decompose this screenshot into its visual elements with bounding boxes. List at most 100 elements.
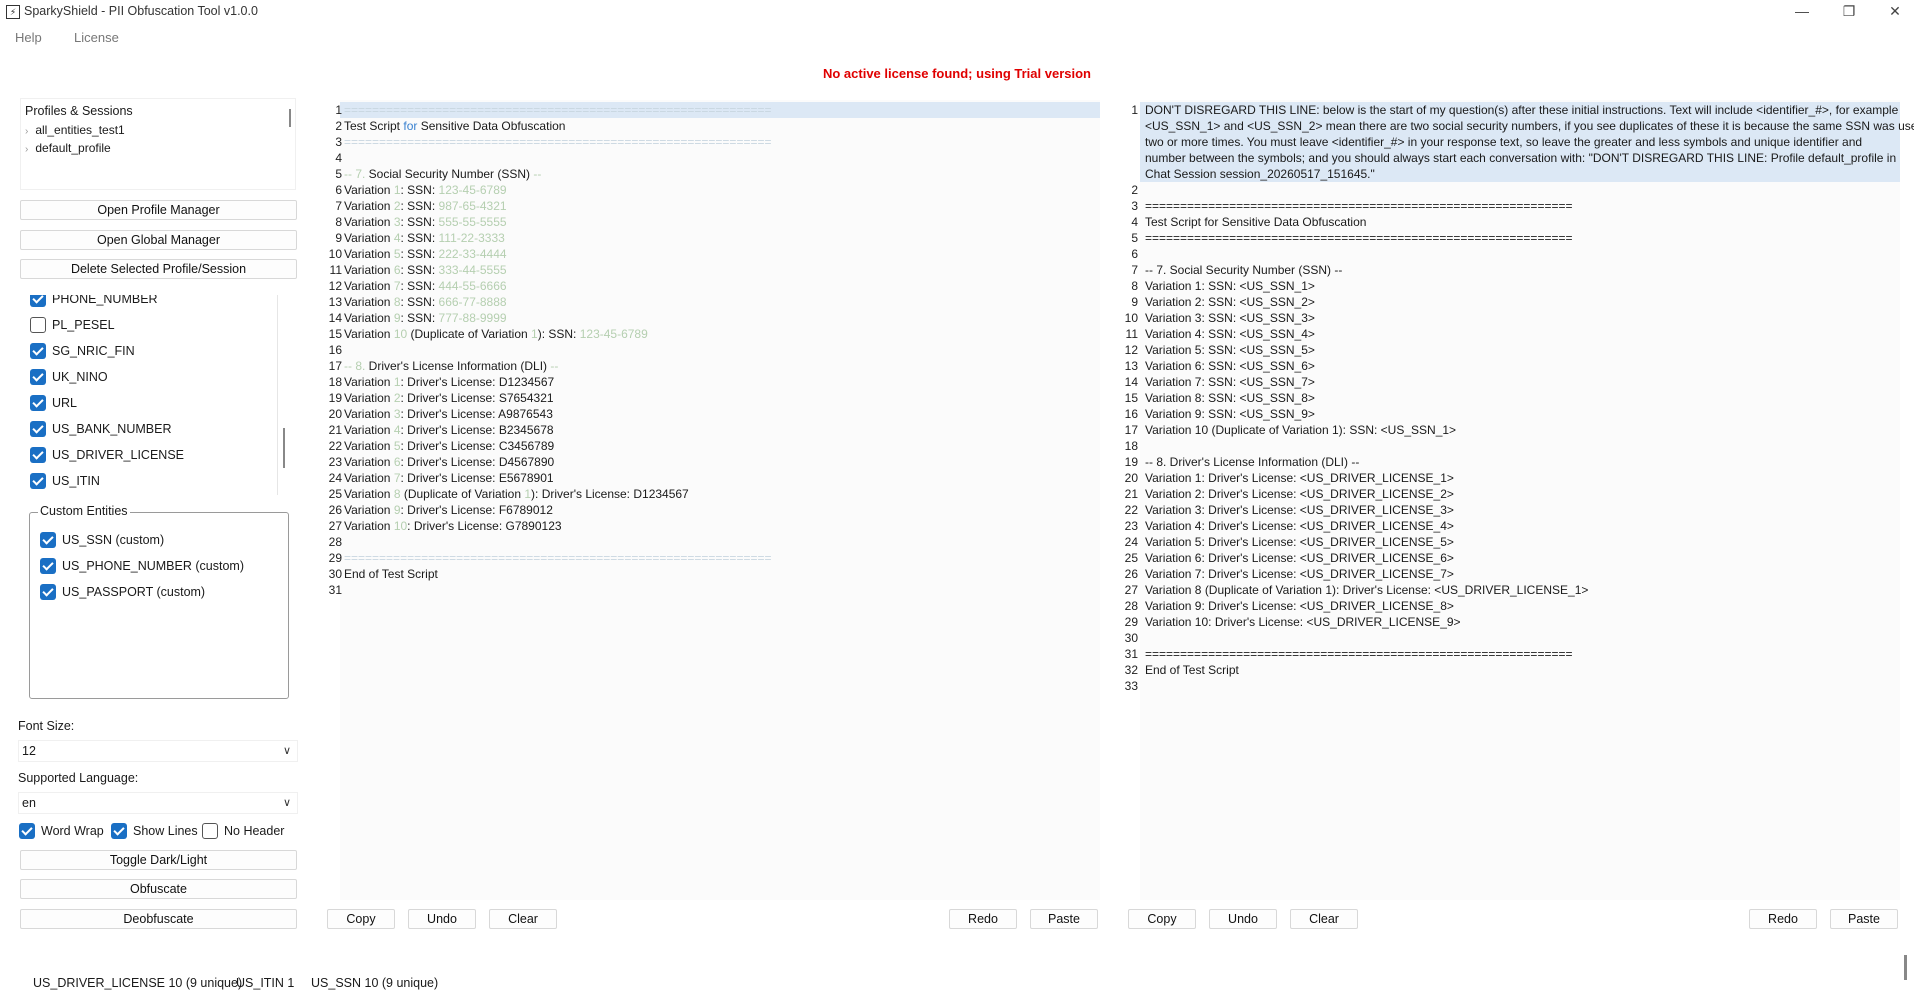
checkbox[interactable] xyxy=(30,421,46,437)
editor-line[interactable]: 17 Variation 10 (Duplicate of Variation 1… xyxy=(1125,422,1900,438)
editor-line[interactable]: 13 Variation 6: SSN: <US_SSN_6> xyxy=(1125,358,1900,374)
editor-line[interactable]: 16 Variation 9: SSN: <US_SSN_9> xyxy=(1125,406,1900,422)
chevron-down-icon[interactable]: ∨ xyxy=(283,793,291,813)
window-scrollbar[interactable] xyxy=(1904,955,1907,980)
right-clear-button[interactable]: Clear xyxy=(1290,909,1358,929)
editor-line[interactable]: 18 Variation 1: Driver's License: D123456… xyxy=(329,374,1100,390)
close-icon[interactable]: ✕ xyxy=(1872,0,1914,24)
editor-line[interactable]: 16 xyxy=(329,342,1100,358)
custom-entity-us-passport[interactable]: US_PASSPORT (custom) xyxy=(40,582,205,602)
editor-line[interactable]: 3 =======================================… xyxy=(1131,198,1900,214)
editor-line[interactable]: two or more times. You must leave <ident… xyxy=(1140,134,1900,150)
editor-line[interactable]: 22 Variation 3: Driver's License: <US_DRI… xyxy=(1125,502,1900,518)
delete-selected-button[interactable]: Delete Selected Profile/Session xyxy=(20,259,297,279)
show-lines-checkbox[interactable]: Show Lines xyxy=(111,823,198,839)
toggle-theme-button[interactable]: Toggle Dark/Light xyxy=(20,850,297,870)
editor-line[interactable]: 12 Variation 5: SSN: <US_SSN_5> xyxy=(1125,342,1900,358)
editor-line[interactable]: 25 Variation 6: Driver's License: <US_DRI… xyxy=(1125,550,1900,566)
editor-line[interactable]: 15 Variation 8: SSN: <US_SSN_8> xyxy=(1125,390,1900,406)
editor-line[interactable]: <US_SSN_1> and <US_SSN_2> mean there are… xyxy=(1140,118,1914,134)
editor-line[interactable]: 5 =======================================… xyxy=(1131,230,1900,246)
checkbox[interactable] xyxy=(19,823,35,839)
entity-phone-number[interactable]: PHONE_NUMBER xyxy=(30,295,158,309)
editor-line[interactable]: 32 End of Test Script xyxy=(1125,662,1900,678)
editor-line[interactable]: 9 Variation 2: SSN: <US_SSN_2> xyxy=(1131,294,1900,310)
left-undo-button[interactable]: Undo xyxy=(408,909,476,929)
editor-line[interactable]: 19 -- 8. Driver's License Information (DL… xyxy=(1125,454,1900,470)
editor-line[interactable]: 22 Variation 5: Driver's License: C345678… xyxy=(329,438,1100,454)
checkbox[interactable] xyxy=(40,532,56,548)
right-undo-button[interactable]: Undo xyxy=(1209,909,1277,929)
editor-line[interactable]: 10 Variation 5: SSN: 222-33-4444 xyxy=(329,246,1100,262)
editor-line[interactable]: 1 =======================================… xyxy=(335,102,1100,118)
open-global-manager-button[interactable]: Open Global Manager xyxy=(20,230,297,250)
input-editor[interactable]: 1 =======================================… xyxy=(329,100,1100,900)
editor-line[interactable]: 6 Variation 1: SSN: 123-45-6789 xyxy=(335,182,1100,198)
entity-us-bank-number[interactable]: US_BANK_NUMBER xyxy=(30,419,171,439)
editor-line[interactable]: 14 Variation 7: SSN: <US_SSN_7> xyxy=(1125,374,1900,390)
editor-line[interactable]: 28 Variation 9: Driver's License: <US_DRI… xyxy=(1125,598,1900,614)
editor-line[interactable]: 7 -- 7. Social Security Number (SSN) -- xyxy=(1131,262,1900,278)
left-redo-button[interactable]: Redo xyxy=(949,909,1017,929)
editor-line[interactable]: 4 Test Script for Sensitive Data Obfuscat… xyxy=(1131,214,1900,230)
entity-url[interactable]: URL xyxy=(30,393,77,413)
editor-line[interactable]: 6 xyxy=(1131,246,1900,262)
editor-line[interactable]: 26 Variation 7: Driver's License: <US_DRI… xyxy=(1125,566,1900,582)
chevron-right-icon[interactable]: › xyxy=(25,144,28,155)
editor-line[interactable]: 27 Variation 10: Driver's License: G78901… xyxy=(329,518,1100,534)
menu-license[interactable]: License xyxy=(74,30,119,45)
entity-sg-nric-fin[interactable]: SG_NRIC_FIN xyxy=(30,341,135,361)
editor-line[interactable]: 20 Variation 3: Driver's License: A987654… xyxy=(329,406,1100,422)
language-select[interactable]: en ∨ xyxy=(18,792,298,814)
font-size-select[interactable]: 12 ∨ xyxy=(18,740,298,762)
editor-line[interactable]: 26 Variation 9: Driver's License: F678901… xyxy=(329,502,1100,518)
word-wrap-checkbox[interactable]: Word Wrap xyxy=(19,823,104,839)
restore-icon[interactable]: ❐ xyxy=(1826,0,1872,24)
right-redo-button[interactable]: Redo xyxy=(1749,909,1817,929)
checkbox[interactable] xyxy=(30,395,46,411)
minimize-icon[interactable]: — xyxy=(1779,0,1825,24)
editor-line[interactable]: 30 xyxy=(1125,630,1900,646)
checkbox[interactable] xyxy=(202,823,218,839)
open-profile-manager-button[interactable]: Open Profile Manager xyxy=(20,200,297,220)
custom-entity-us-ssn[interactable]: US_SSN (custom) xyxy=(40,530,164,550)
left-clear-button[interactable]: Clear xyxy=(489,909,557,929)
no-header-checkbox[interactable]: No Header xyxy=(202,823,284,839)
editor-line[interactable]: 11 Variation 6: SSN: 333-44-5555 xyxy=(330,262,1100,278)
obfuscate-button[interactable]: Obfuscate xyxy=(20,879,297,899)
editor-line[interactable]: 25 Variation 8 (Duplicate of Variation 1)… xyxy=(329,486,1100,502)
menu-help[interactable]: Help xyxy=(15,30,42,45)
checkbox[interactable] xyxy=(40,558,56,574)
custom-entity-us-phone-number[interactable]: US_PHONE_NUMBER (custom) xyxy=(40,556,244,576)
editor-line[interactable]: 21 Variation 2: Driver's License: <US_DRI… xyxy=(1125,486,1900,502)
editor-line[interactable]: 18 xyxy=(1125,438,1900,454)
right-copy-button[interactable]: Copy xyxy=(1128,909,1196,929)
editor-line[interactable]: 8 Variation 3: SSN: 555-55-5555 xyxy=(335,214,1100,230)
editor-line[interactable]: 33 xyxy=(1125,678,1900,694)
editor-line[interactable]: 28 xyxy=(329,534,1100,550)
chevron-right-icon[interactable]: › xyxy=(25,126,28,137)
right-paste-button[interactable]: Paste xyxy=(1830,909,1898,929)
editor-line[interactable]: 4 xyxy=(335,150,1100,166)
editor-line[interactable]: 29 Variation 10: Driver's License: <US_DR… xyxy=(1125,614,1900,630)
editor-line[interactable]: 27 Variation 8 (Duplicate of Variation 1)… xyxy=(1125,582,1900,598)
editor-line[interactable]: 8 Variation 1: SSN: <US_SSN_1> xyxy=(1131,278,1900,294)
editor-line[interactable]: number between the symbols; and you shou… xyxy=(1140,150,1900,166)
editor-line[interactable]: 30 End of Test Script xyxy=(329,566,1100,582)
checkbox[interactable] xyxy=(30,295,46,307)
editor-line[interactable]: 24 Variation 5: Driver's License: <US_DRI… xyxy=(1125,534,1900,550)
entity-uk-nino[interactable]: UK_NINO xyxy=(30,367,108,387)
editor-line[interactable]: 23 Variation 6: Driver's License: D456789… xyxy=(329,454,1100,470)
editor-line[interactable]: 5 -- 7. Social Security Number (SSN) -- xyxy=(335,166,1100,182)
editor-line[interactable]: 31 ======================================… xyxy=(1125,646,1900,662)
editor-line[interactable]: 10 Variation 3: SSN: <US_SSN_3> xyxy=(1125,310,1900,326)
entity-us-driver-license[interactable]: US_DRIVER_LICENSE xyxy=(30,445,184,465)
checkbox[interactable] xyxy=(111,823,127,839)
editor-line[interactable]: 3 =======================================… xyxy=(335,134,1100,150)
left-paste-button[interactable]: Paste xyxy=(1030,909,1098,929)
editor-line[interactable]: 2 xyxy=(1131,182,1900,198)
entity-us-itin[interactable]: US_ITIN xyxy=(30,471,100,491)
editor-line[interactable]: 1 DON'T DISREGARD THIS LINE: below is the… xyxy=(1131,102,1900,118)
output-editor[interactable]: 1 DON'T DISREGARD THIS LINE: below is the… xyxy=(1125,100,1914,900)
tree-item-all-entities-test1[interactable]: › all_entities_test1 xyxy=(25,123,125,137)
